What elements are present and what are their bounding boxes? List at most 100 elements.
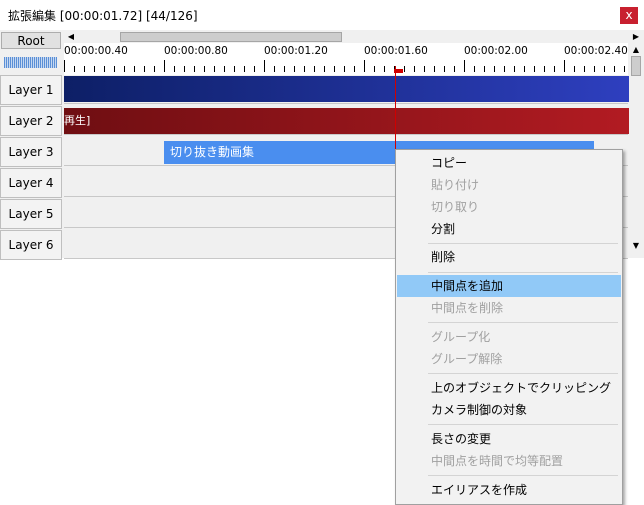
layer-1-object[interactable] bbox=[64, 76, 629, 102]
ruler-tick-label: 00:00:01.20 bbox=[264, 45, 328, 57]
ruler-tick bbox=[284, 66, 285, 72]
ruler-tick bbox=[374, 66, 375, 72]
ruler-tick bbox=[304, 66, 305, 72]
ruler-tick bbox=[494, 66, 495, 72]
ruler-tick bbox=[444, 66, 445, 72]
ruler-tick bbox=[184, 66, 185, 72]
layer-2-button[interactable]: Layer 2 bbox=[0, 106, 62, 136]
scroll-left-icon[interactable]: ◀ bbox=[65, 31, 77, 43]
ruler-tick bbox=[434, 66, 435, 72]
ruler-tick bbox=[234, 66, 235, 72]
ruler-tick bbox=[414, 66, 415, 72]
layer-3-button[interactable]: Layer 3 bbox=[0, 137, 62, 167]
menu-separator bbox=[428, 322, 618, 323]
vertical-scroll-thumb[interactable] bbox=[631, 56, 641, 76]
layer-2-object[interactable]: 再生] bbox=[64, 108, 629, 134]
ruler-tick bbox=[554, 66, 555, 72]
zoom-gauge[interactable] bbox=[4, 57, 57, 68]
ruler-tick bbox=[404, 66, 405, 72]
vertical-scrollbar[interactable] bbox=[630, 56, 642, 244]
ruler-tick bbox=[334, 66, 335, 72]
ruler-tick bbox=[254, 66, 255, 72]
menu-separator bbox=[428, 475, 618, 476]
ruler-tick bbox=[84, 66, 85, 72]
menu-item[interactable]: 分割 bbox=[397, 218, 621, 240]
menu-item: グループ化 bbox=[431, 330, 491, 344]
ruler-tick bbox=[384, 66, 385, 72]
ruler-tick bbox=[74, 66, 75, 72]
ruler-tick-label: 00:00:00.40 bbox=[64, 45, 128, 57]
scroll-right-icon[interactable]: ▶ bbox=[630, 31, 642, 43]
menu-item: 切り取り bbox=[431, 200, 480, 214]
menu-item: 貼り付け bbox=[431, 178, 480, 192]
ruler-tick bbox=[224, 66, 225, 72]
ruler-tick bbox=[614, 66, 615, 72]
window-title: 拡張編集 [00:00:01.72] [44/126] bbox=[8, 9, 198, 23]
scroll-down-icon[interactable]: ▼ bbox=[630, 240, 642, 252]
ruler-tick bbox=[294, 66, 295, 72]
ruler-tick bbox=[214, 66, 215, 72]
ruler-tick bbox=[94, 66, 95, 72]
ruler-tick bbox=[154, 66, 155, 72]
ruler-tick bbox=[194, 66, 195, 72]
menu-item: 中間点を時間で均等配置 bbox=[431, 454, 564, 468]
ruler-tick bbox=[484, 66, 485, 72]
menu-separator bbox=[428, 424, 618, 425]
ruler-tick bbox=[364, 60, 365, 72]
menu-separator bbox=[428, 243, 618, 244]
menu-item: グループ解除 bbox=[431, 352, 503, 366]
ruler-tick bbox=[264, 60, 265, 72]
layer-6-button[interactable]: Layer 6 bbox=[0, 230, 62, 260]
ruler-tick bbox=[144, 66, 145, 72]
layer-1-button[interactable]: Layer 1 bbox=[0, 75, 62, 105]
menu-item[interactable]: コピー bbox=[397, 152, 621, 174]
horizontal-scroll-thumb[interactable] bbox=[120, 32, 342, 42]
ruler-tick bbox=[114, 66, 115, 72]
ruler-tick bbox=[64, 60, 65, 72]
close-button[interactable]: x bbox=[620, 7, 638, 24]
layer-4-button[interactable]: Layer 4 bbox=[0, 168, 62, 198]
ruler-tick bbox=[534, 66, 535, 72]
ruler-tick bbox=[354, 66, 355, 72]
ruler-tick-label: 00:00:00.80 bbox=[164, 45, 228, 57]
layer-5-button[interactable]: Layer 5 bbox=[0, 199, 62, 229]
ruler-tick bbox=[244, 66, 245, 72]
ruler-tick bbox=[594, 66, 595, 72]
menu-separator bbox=[428, 272, 618, 273]
menu-item[interactable]: カメラ制御の対象 bbox=[397, 399, 621, 421]
ruler-tick bbox=[134, 66, 135, 72]
menu-item[interactable]: エイリアスを作成 bbox=[397, 479, 621, 501]
menu-item: 中間点を削除 bbox=[431, 301, 504, 315]
ruler-tick bbox=[104, 66, 105, 72]
ruler-tick bbox=[544, 66, 545, 72]
ruler-tick bbox=[124, 66, 125, 72]
ruler-tick bbox=[464, 60, 465, 72]
ruler-tick bbox=[514, 66, 515, 72]
ruler-tick bbox=[524, 66, 525, 72]
menu-item[interactable]: 削除 bbox=[397, 246, 621, 268]
menu-item[interactable]: 中間点を追加 bbox=[397, 275, 621, 297]
playhead-marker[interactable] bbox=[394, 69, 403, 73]
ruler-tick bbox=[314, 66, 315, 72]
ruler-tick bbox=[604, 66, 605, 72]
menu-item[interactable]: 長さの変更 bbox=[397, 428, 621, 450]
ruler-tick bbox=[574, 66, 575, 72]
root-button[interactable]: Root bbox=[1, 32, 61, 49]
ruler-tick-label: 00:00:02.00 bbox=[464, 45, 528, 57]
ruler-tick bbox=[164, 60, 165, 72]
menu-item[interactable]: 上のオブジェクトでクリッピング bbox=[397, 377, 621, 399]
ruler-tick bbox=[274, 66, 275, 72]
ruler-tick bbox=[324, 66, 325, 72]
menu-separator bbox=[428, 373, 618, 374]
ruler-tick bbox=[624, 66, 625, 72]
ruler-tick bbox=[344, 66, 345, 72]
ruler-tick-label: 00:00:01.60 bbox=[364, 45, 428, 57]
ruler-tick bbox=[564, 60, 565, 72]
ruler-tick bbox=[204, 66, 205, 72]
ruler-tick bbox=[584, 66, 585, 72]
ruler-tick bbox=[424, 66, 425, 72]
scroll-up-icon[interactable]: ▲ bbox=[630, 44, 642, 56]
ruler-tick bbox=[474, 66, 475, 72]
ruler-tick bbox=[454, 66, 455, 72]
ruler-tick bbox=[504, 66, 505, 72]
